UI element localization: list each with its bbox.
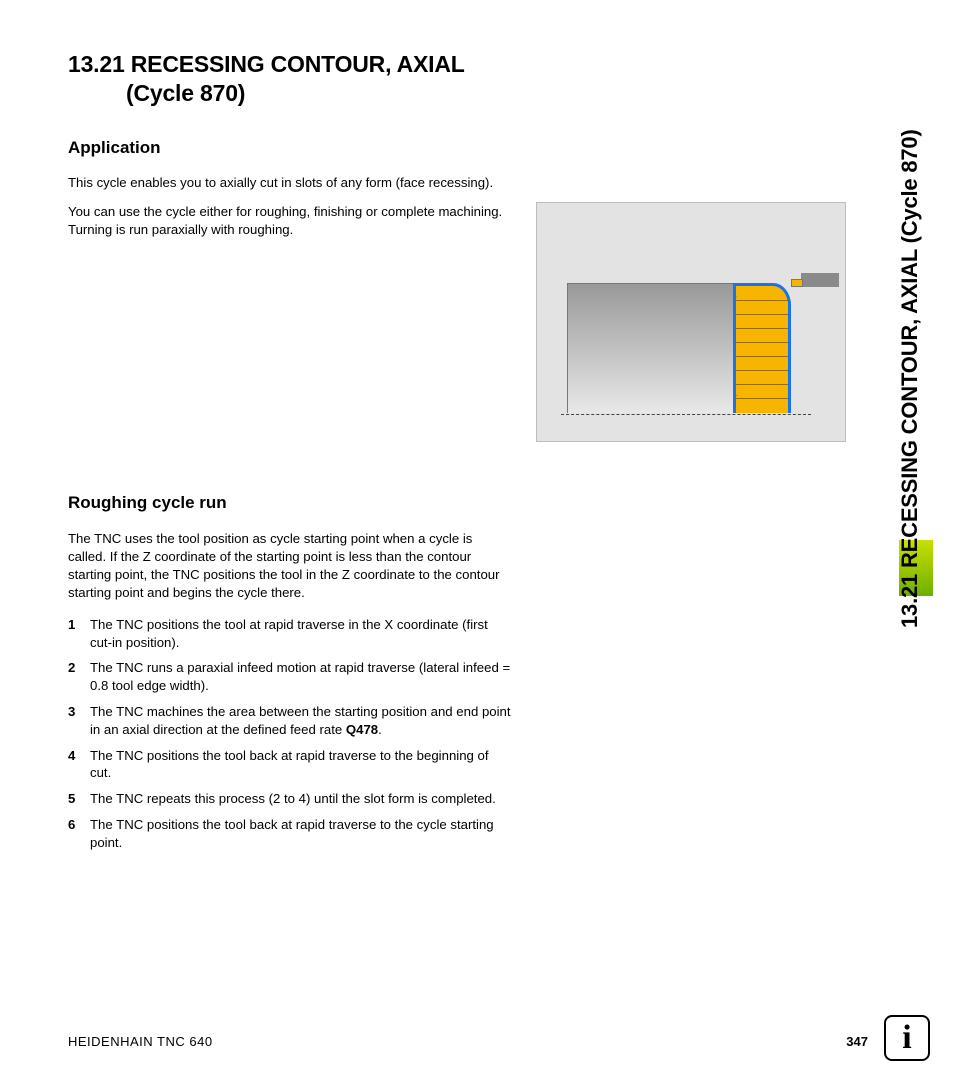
step-number: 3 [68,703,90,739]
step-text: The TNC machines the area between the st… [90,703,513,739]
page-footer: HEIDENHAIN TNC 640 347 [68,1034,868,1049]
roughing-intro: The TNC uses the tool position as cycle … [68,530,513,601]
roughing-heading: Roughing cycle run [68,492,513,515]
application-para-1: This cycle enables you to axially cut in… [68,174,513,192]
step-text: The TNC runs a paraxial infeed motion at… [90,659,513,695]
step-number: 4 [68,747,90,783]
step-number: 6 [68,816,90,852]
heading-subtitle: (Cycle 870) [68,79,848,108]
step-number: 2 [68,659,90,695]
heading-number: 13.21 [68,51,125,77]
application-heading: Application [68,138,848,158]
step-text: The TNC positions the tool back at rapid… [90,747,513,783]
q478-code: Q478 [346,722,378,737]
page-heading: 13.21 RECESSING CONTOUR, AXIAL (Cycle 87… [68,50,848,108]
step-number: 5 [68,790,90,808]
step-text: The TNC repeats this process (2 to 4) un… [90,790,513,808]
roughing-steps: 1 The TNC positions the tool at rapid tr… [68,616,513,852]
application-text: This cycle enables you to axially cut in… [68,174,513,442]
side-tab: 13.21 RECESSING CONTOUR, AXIAL (Cycle 87… [900,50,930,630]
step-number: 1 [68,616,90,652]
footer-doc-name: HEIDENHAIN TNC 640 [68,1034,213,1049]
step-text: The TNC positions the tool back at rapid… [90,816,513,852]
cycle-diagram [536,202,846,442]
step-text: The TNC positions the tool at rapid trav… [90,616,513,652]
heading-title: RECESSING CONTOUR, AXIAL [131,51,465,77]
side-tab-text: 13.21 RECESSING CONTOUR, AXIAL (Cycle 87… [897,68,923,628]
footer-page-number: 347 [846,1034,868,1049]
application-para-2: You can use the cycle either for roughin… [68,203,513,239]
info-icon: i [884,1015,930,1061]
